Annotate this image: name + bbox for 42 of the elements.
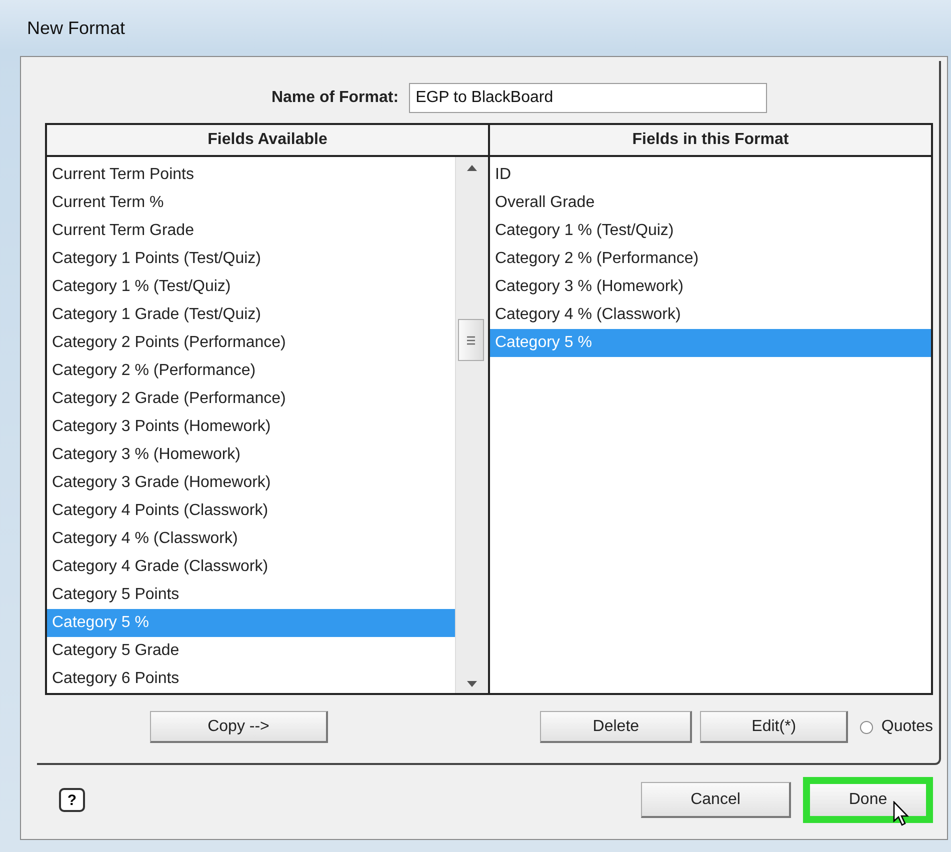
list-item[interactable]: Category 4 Points (Classwork) xyxy=(47,497,455,525)
name-input-field[interactable]: EGP to BlackBoard xyxy=(408,83,767,113)
list-item[interactable]: Category 5 Points xyxy=(47,581,455,609)
scrollbar[interactable] xyxy=(455,157,488,693)
list-item[interactable]: Current Term Grade xyxy=(47,217,455,245)
edit-button[interactable]: Edit(*) xyxy=(700,711,848,743)
list-item[interactable]: Category 1 % (Test/Quiz) xyxy=(490,217,931,245)
list-item[interactable]: Category 3 Grade (Homework) xyxy=(47,469,455,497)
list-item[interactable]: Category 1 Grade (Test/Quiz) xyxy=(47,301,455,329)
mouse-pointer-icon xyxy=(893,801,911,827)
column-header: Fields Available xyxy=(47,125,488,157)
list-item[interactable]: Category 2 % (Performance) xyxy=(490,245,931,273)
list-item[interactable]: Current Term Points xyxy=(47,161,455,189)
list-item[interactable]: Category 1 Points (Test/Quiz) xyxy=(47,245,455,273)
help-button[interactable]: ? xyxy=(59,788,85,812)
scroll-down-icon[interactable] xyxy=(467,681,477,687)
list-item[interactable]: Category 4 % (Classwork) xyxy=(490,301,931,329)
radio-label: Quotes xyxy=(881,718,933,736)
delete-button[interactable]: Delete xyxy=(540,711,692,743)
window-title: New Format xyxy=(27,18,126,38)
list-item[interactable]: Category 2 % (Performance) xyxy=(47,357,455,385)
field-label: Name of Format: xyxy=(271,89,399,107)
list-item[interactable]: ID xyxy=(490,161,931,189)
list-item[interactable]: Category 5 Grade xyxy=(47,637,455,665)
list-item[interactable]: Category 3 % (Homework) xyxy=(47,441,455,469)
done-button[interactable]: Done xyxy=(803,777,933,823)
list-item[interactable]: Category 3 % (Homework) xyxy=(490,273,931,301)
list-item[interactable]: Current Term % xyxy=(47,189,455,217)
list-item[interactable]: Overall Grade xyxy=(490,189,931,217)
copy-button[interactable]: Copy --> xyxy=(150,711,328,743)
scroll-up-icon[interactable] xyxy=(467,165,477,171)
list-item[interactable]: Category 4 % (Classwork) xyxy=(47,525,455,553)
quotes-radio-button[interactable] xyxy=(860,720,874,734)
list-item[interactable]: Category 2 Points (Performance) xyxy=(47,329,455,357)
list-item[interactable]: Category 6 Points xyxy=(47,665,455,693)
list-item[interactable]: Category 1 % (Test/Quiz) xyxy=(47,273,455,301)
cancel-button[interactable]: Cancel xyxy=(641,782,791,818)
column-header: Fields in this Format xyxy=(490,125,931,157)
scroll-thumb[interactable] xyxy=(458,319,484,361)
list-item[interactable]: Category 3 Points (Homework) xyxy=(47,413,455,441)
list-item[interactable]: Category 4 Grade (Classwork) xyxy=(47,553,455,581)
list-item[interactable]: Category 2 Grade (Performance) xyxy=(47,385,455,413)
